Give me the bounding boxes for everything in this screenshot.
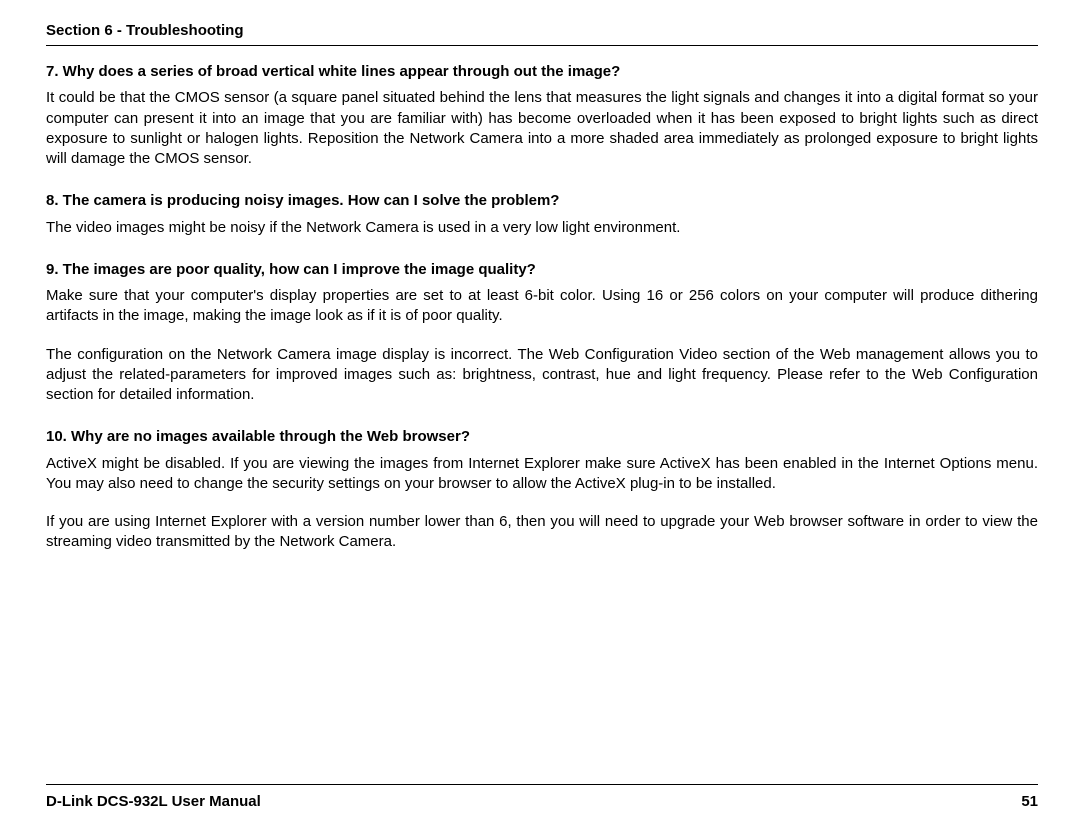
faq-question: 7. Why does a series of broad vertical w…: [46, 62, 1038, 82]
page-header: Section 6 - Troubleshooting: [46, 22, 1038, 46]
document-page: Section 6 - Troubleshooting 7. Why does …: [0, 0, 1080, 834]
page-content: 7. Why does a series of broad vertical w…: [46, 62, 1038, 784]
page-footer: D-Link DCS-932L User Manual 51: [46, 784, 1038, 810]
faq-answer: ActiveX might be disabled. If you are vi…: [46, 454, 1038, 495]
faq-answer: If you are using Internet Explorer with …: [46, 512, 1038, 553]
section-title: Section 6 - Troubleshooting: [46, 22, 1038, 39]
faq-answer: Make sure that your computer's display p…: [46, 286, 1038, 327]
faq-item: 9. The images are poor quality, how can …: [46, 260, 1038, 406]
faq-answer: The configuration on the Network Camera …: [46, 345, 1038, 406]
faq-item: 10. Why are no images available through …: [46, 427, 1038, 552]
faq-answer: The video images might be noisy if the N…: [46, 218, 1038, 238]
manual-title: D-Link DCS-932L User Manual: [46, 793, 261, 810]
faq-answer: It could be that the CMOS sensor (a squa…: [46, 88, 1038, 169]
faq-question: 8. The camera is producing noisy images.…: [46, 191, 1038, 211]
faq-item: 8. The camera is producing noisy images.…: [46, 191, 1038, 238]
faq-question: 9. The images are poor quality, how can …: [46, 260, 1038, 280]
faq-item: 7. Why does a series of broad vertical w…: [46, 62, 1038, 169]
page-number: 51: [1021, 793, 1038, 810]
faq-question: 10. Why are no images available through …: [46, 427, 1038, 447]
